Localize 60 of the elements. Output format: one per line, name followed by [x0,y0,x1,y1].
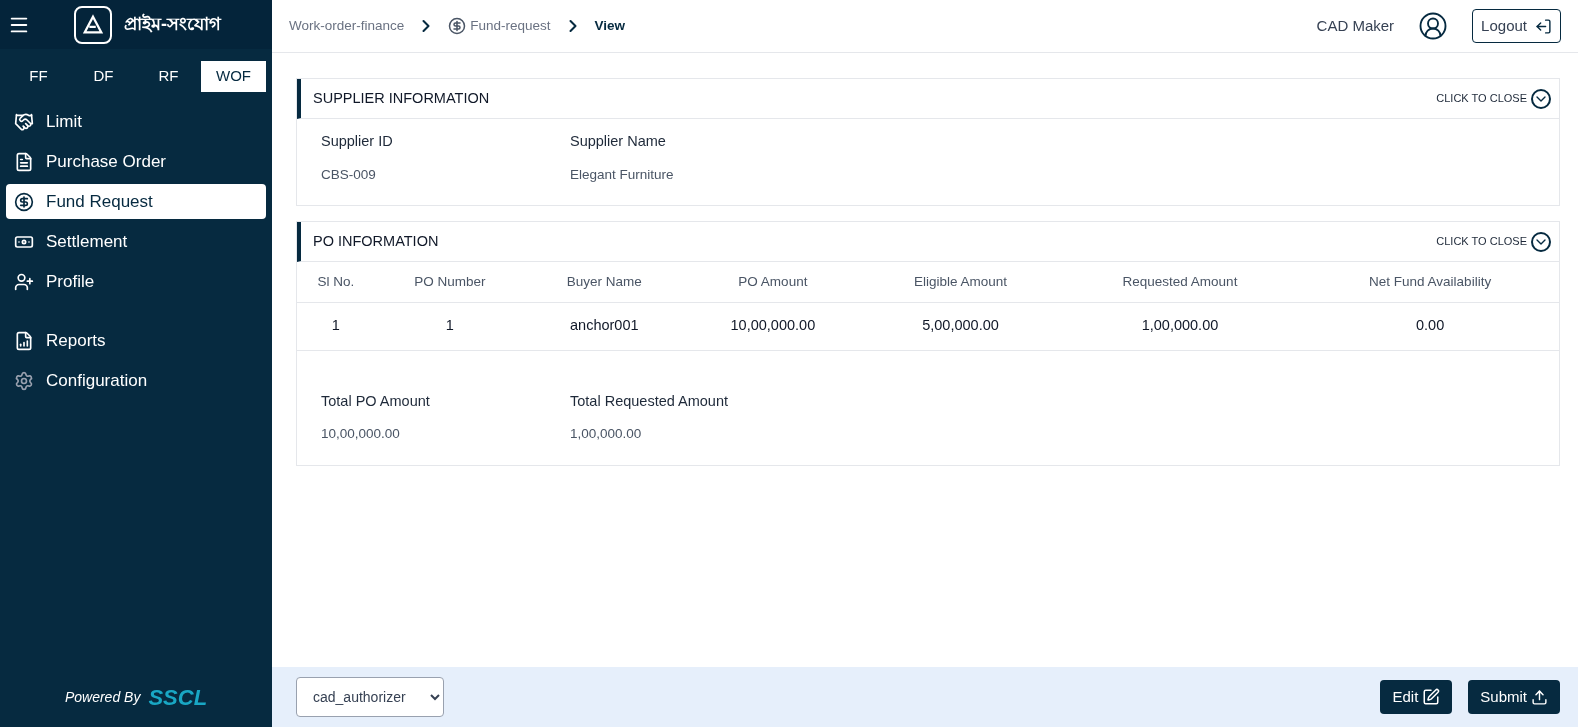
sidebar-item[interactable]: Profile [6,264,266,299]
breadcrumb-link[interactable]: Fund-request [470,15,551,37]
report-icon [14,330,34,351]
user-name: CAD Maker [1316,15,1395,36]
sidebar-item[interactable]: Configuration [6,363,266,398]
table-cell: 10,00,000.00 [683,302,863,350]
total-label: Total Requested Amount [570,391,729,411]
sidebar-item[interactable]: Settlement [6,224,266,259]
user-avatar-icon[interactable] [1418,11,1449,41]
total-value: 10,00,000.00 [321,425,401,444]
product-tab[interactable]: DF [71,61,136,92]
column-header: Requested Amount [1058,262,1302,302]
field-value: Elegant Furniture [570,165,675,184]
total-label: Total PO Amount [321,391,431,411]
total-value: 1,00,000.00 [570,425,643,444]
sidebar-item[interactable]: Limit [6,104,266,139]
document-icon [14,151,34,172]
breadcrumb-link[interactable]: Work-order-finance [289,15,405,37]
table-cell: 5,00,000.00 [862,302,1059,350]
table-cell: 1 [297,302,375,350]
column-header: PO Number [374,262,526,302]
logout-icon [1535,17,1552,35]
field-label: Supplier ID [321,132,394,151]
upload-icon [1531,688,1548,706]
product-tab[interactable]: WOF [201,61,266,92]
field-value: CBS-009 [321,165,377,184]
logout-button[interactable]: Logout [1472,9,1561,43]
dollar-circle-icon [14,191,34,212]
product-tab[interactable]: FF [6,61,71,92]
table-cell: 1,00,000.00 [1058,302,1302,350]
table-cell: anchor001 [525,302,684,350]
powered-by-text: Powered By [64,687,141,707]
edit-button[interactable]: Edit [1380,680,1453,714]
close-toggle[interactable]: CLICK TO CLOSE [1436,231,1551,252]
close-toggle[interactable]: CLICK TO CLOSE [1436,88,1551,109]
product-tab[interactable]: RF [136,61,201,92]
edit-icon [1422,688,1441,706]
logo-icon [74,5,112,44]
logo-text: প্রাইম-সংযোগ [124,12,221,36]
field-label: Supplier Name [570,132,667,151]
settings-icon [14,370,34,391]
role-select[interactable]: cad_authorizer [296,677,444,717]
user-plus-icon [14,271,34,292]
handshake-icon [14,111,34,132]
brand-text: SSCL [148,683,208,712]
table-cell: 0.00 [1301,302,1559,350]
column-header: Eligible Amount [862,262,1059,302]
column-header: Net Fund Availability [1301,262,1559,302]
section-title: SUPPLIER INFORMATION [313,88,490,108]
column-header: PO Amount [683,262,863,302]
submit-button[interactable]: Submit [1468,680,1560,714]
sidebar-item[interactable]: Purchase Order [6,144,266,179]
sidebar-item[interactable]: Fund Request [6,184,266,219]
breadcrumb-link[interactable]: View [594,15,626,37]
table-cell: 1 [374,302,526,350]
section-title: PO INFORMATION [313,231,439,251]
column-header: Buyer Name [525,262,684,302]
sidebar-item[interactable]: Reports [6,323,266,358]
column-header: Sl No. [297,262,375,302]
dollar-circle-icon [448,17,467,35]
